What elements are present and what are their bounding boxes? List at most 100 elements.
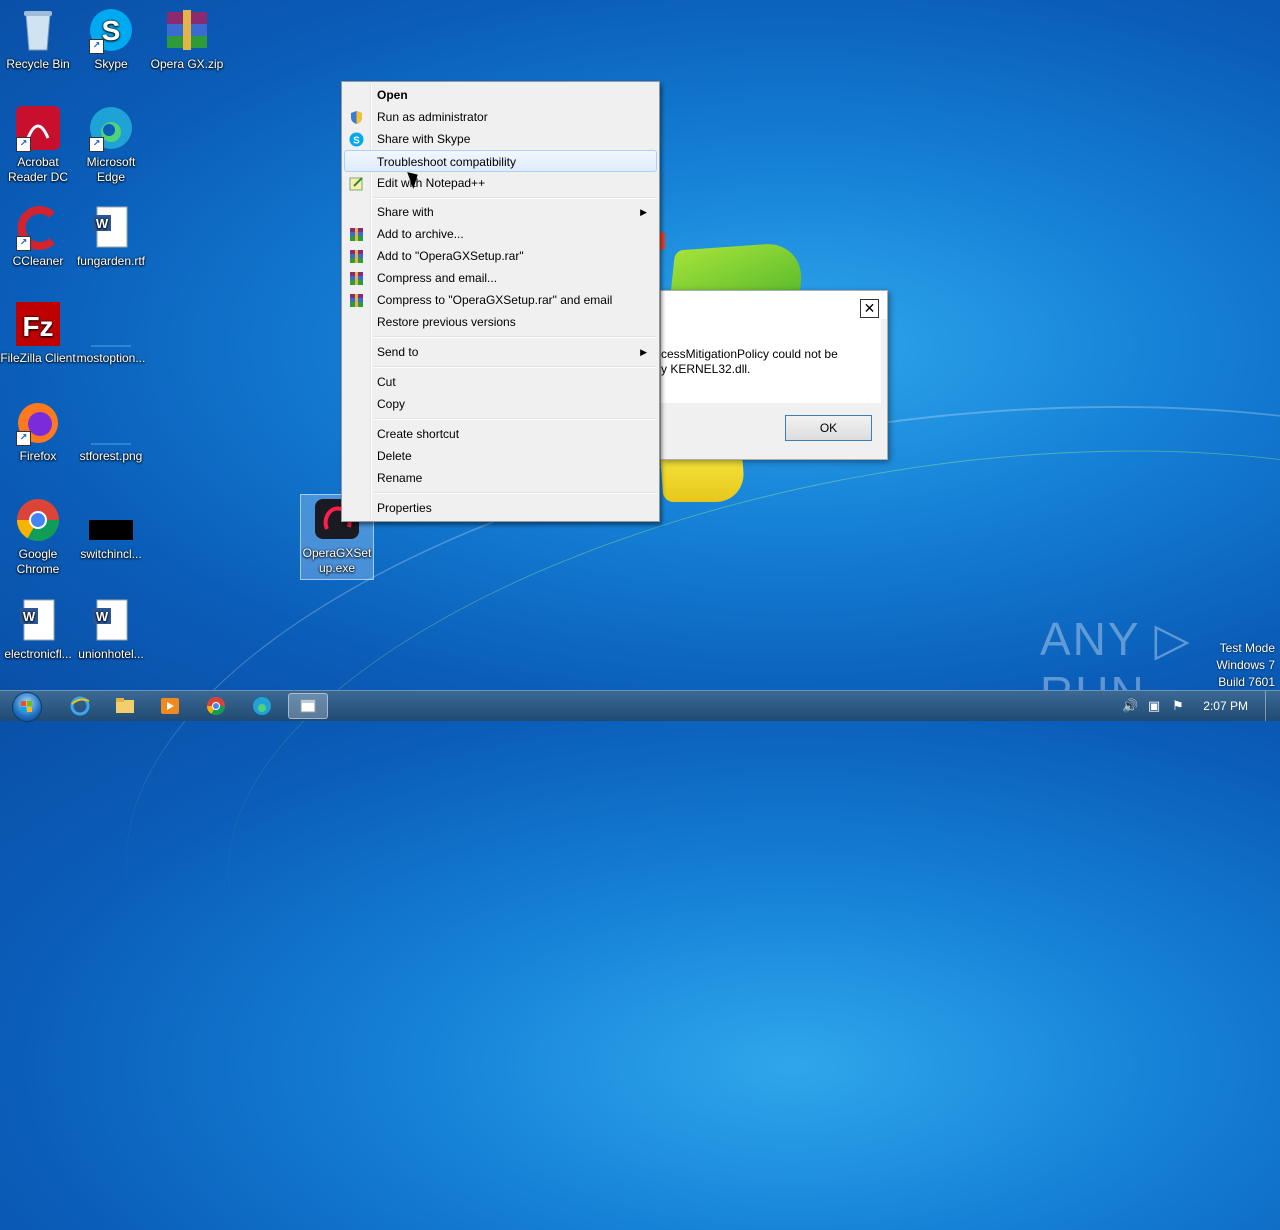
shortcut-arrow-icon: ↗ bbox=[16, 236, 31, 251]
menu-item-edit-with-notepadpp[interactable]: Edit with Notepad++ bbox=[344, 172, 657, 194]
svg-text:W: W bbox=[96, 216, 109, 231]
word-document-icon: W bbox=[14, 596, 62, 644]
black-image-icon bbox=[87, 496, 135, 544]
winrar-icon bbox=[349, 293, 364, 308]
ccleaner-icon: ↗ bbox=[14, 203, 62, 251]
acrobat-icon: ↗ bbox=[14, 104, 62, 152]
desktop-icon-skype[interactable]: S ↗ Skype bbox=[73, 6, 149, 72]
taskbar-media-player[interactable] bbox=[150, 693, 190, 719]
action-center-flag-icon[interactable]: ⚑ bbox=[1170, 698, 1186, 714]
menu-item-compress-to-rar-and-email[interactable]: Compress to "OperaGXSetup.rar" and email bbox=[344, 289, 657, 311]
desktop-icon-stforest-png[interactable]: stforest.png bbox=[73, 398, 149, 464]
winrar-icon bbox=[349, 227, 364, 242]
taskbar-edge[interactable] bbox=[242, 693, 282, 719]
dialog-ok-button[interactable]: OK bbox=[785, 415, 872, 441]
edge-icon: ↗ bbox=[87, 104, 135, 152]
word-document-icon: W bbox=[87, 203, 135, 251]
dialog-message-line: y KERNEL32.dll. bbox=[661, 362, 751, 376]
svg-text:S: S bbox=[102, 15, 121, 46]
desktop-icon-mostoption[interactable]: mostoption... bbox=[73, 300, 149, 366]
firefox-icon: ↗ bbox=[14, 398, 62, 446]
dialog-titlebar bbox=[661, 291, 887, 319]
filezilla-icon: Fz bbox=[14, 300, 62, 348]
menu-item-add-to-rar[interactable]: Add to "OperaGXSetup.rar" bbox=[344, 245, 657, 267]
taskbar-internet-explorer[interactable] bbox=[60, 693, 100, 719]
notepadpp-icon bbox=[349, 176, 364, 191]
desktop-icon-filezilla[interactable]: Fz FileZilla Client bbox=[0, 300, 76, 366]
menu-item-add-to-archive[interactable]: Add to archive... bbox=[344, 223, 657, 245]
menu-item-compress-and-email[interactable]: Compress and email... bbox=[344, 267, 657, 289]
svg-text:S: S bbox=[353, 136, 360, 147]
winrar-icon bbox=[349, 249, 364, 264]
dialog-close-button[interactable]: ✕ bbox=[860, 299, 879, 318]
desktop-icon-opera-gx-zip[interactable]: Opera GX.zip bbox=[149, 6, 225, 72]
menu-item-delete[interactable]: Delete bbox=[344, 445, 657, 467]
wallpaper-logo-yellow bbox=[660, 458, 746, 502]
menu-item-properties[interactable]: Properties bbox=[344, 497, 657, 519]
menu-item-copy[interactable]: Copy bbox=[344, 393, 657, 415]
recycle-bin-icon bbox=[14, 6, 62, 54]
shortcut-arrow-icon: ↗ bbox=[16, 431, 31, 446]
start-button[interactable] bbox=[6, 691, 46, 722]
dialog-message: cessMitigationPolicy could not be y KERN… bbox=[661, 347, 838, 377]
svg-text:W: W bbox=[23, 609, 36, 624]
word-document-icon: W bbox=[87, 596, 135, 644]
winrar-icon bbox=[349, 271, 364, 286]
media-player-icon bbox=[161, 698, 179, 714]
submenu-arrow-icon: ▶ bbox=[640, 347, 647, 357]
menu-separator bbox=[374, 492, 656, 494]
menu-item-share-with[interactable]: Share with ▶ bbox=[344, 201, 657, 223]
chrome-icon bbox=[14, 496, 62, 544]
svg-text:W: W bbox=[96, 609, 109, 624]
test-mode-line: Windows 7 bbox=[1216, 658, 1275, 672]
internet-explorer-icon bbox=[70, 696, 90, 716]
blank-file-icon bbox=[87, 300, 135, 348]
svg-text:Fz: Fz bbox=[22, 311, 53, 342]
test-mode-line: Test Mode bbox=[1219, 641, 1275, 655]
menu-item-run-as-administrator[interactable]: Run as administrator bbox=[344, 106, 657, 128]
network-icon[interactable]: ▣ bbox=[1146, 698, 1162, 714]
menu-item-create-shortcut[interactable]: Create shortcut bbox=[344, 423, 657, 445]
menu-separator bbox=[374, 366, 656, 368]
desktop-icon-acrobat[interactable]: ↗ Acrobat Reader DC bbox=[0, 104, 76, 185]
menu-item-troubleshoot-compatibility[interactable]: Troubleshoot compatibility bbox=[344, 150, 657, 172]
shortcut-arrow-icon: ↗ bbox=[89, 39, 104, 54]
windows-orb-icon bbox=[12, 692, 42, 722]
chrome-icon bbox=[207, 697, 225, 716]
menu-item-open[interactable]: Open bbox=[344, 84, 657, 106]
context-menu: Open Run as administrator S Share with S… bbox=[341, 81, 660, 522]
image-file-icon bbox=[87, 398, 135, 446]
test-mode-line: Build 7601 bbox=[1218, 675, 1275, 689]
folder-icon bbox=[116, 698, 134, 713]
desktop-icon-firefox[interactable]: ↗ Firefox bbox=[0, 398, 76, 464]
skype-icon: S bbox=[349, 132, 364, 147]
taskbar-chrome[interactable] bbox=[196, 693, 236, 719]
menu-item-cut[interactable]: Cut bbox=[344, 371, 657, 393]
desktop-icon-unionhotel[interactable]: W unionhotel... bbox=[73, 596, 149, 662]
desktop-icon-ccleaner[interactable]: ↗ CCleaner bbox=[0, 203, 76, 269]
menu-item-rename[interactable]: Rename bbox=[344, 467, 657, 489]
desktop-icon-fungarden-rtf[interactable]: W fungarden.rtf bbox=[73, 203, 149, 269]
menu-item-restore-previous-versions[interactable]: Restore previous versions bbox=[344, 311, 657, 333]
submenu-arrow-icon: ▶ bbox=[640, 207, 647, 217]
desktop-icon-chrome[interactable]: Google Chrome bbox=[0, 496, 76, 577]
desktop-icon-recycle-bin[interactable]: Recycle Bin bbox=[0, 6, 76, 72]
volume-icon[interactable]: 🔊 bbox=[1122, 698, 1138, 714]
menu-item-share-with-skype[interactable]: S Share with Skype bbox=[344, 128, 657, 150]
taskbar-active-window[interactable] bbox=[288, 693, 328, 719]
menu-separator bbox=[374, 418, 656, 420]
menu-separator bbox=[374, 197, 656, 199]
application-window-icon bbox=[300, 699, 316, 713]
menu-item-send-to[interactable]: Send to ▶ bbox=[344, 341, 657, 363]
desktop-icon-switchincl[interactable]: switchincl... bbox=[73, 496, 149, 562]
desktop-icon-electronicfl[interactable]: W electronicfl... bbox=[0, 596, 76, 662]
uac-shield-icon bbox=[349, 110, 364, 125]
shortcut-arrow-icon: ↗ bbox=[16, 137, 31, 152]
taskbar-file-explorer[interactable] bbox=[105, 693, 145, 719]
desktop-icon-edge[interactable]: ↗ Microsoft Edge bbox=[73, 104, 149, 185]
test-mode-text: Test Mode Windows 7 Build 7601 bbox=[1216, 640, 1275, 691]
taskbar-clock[interactable]: 2:07 PM bbox=[1203, 691, 1248, 721]
show-desktop-button[interactable] bbox=[1265, 691, 1280, 721]
dialog-message-line: cessMitigationPolicy could not be bbox=[661, 347, 838, 361]
dialog-body: cessMitigationPolicy could not be y KERN… bbox=[661, 319, 881, 403]
